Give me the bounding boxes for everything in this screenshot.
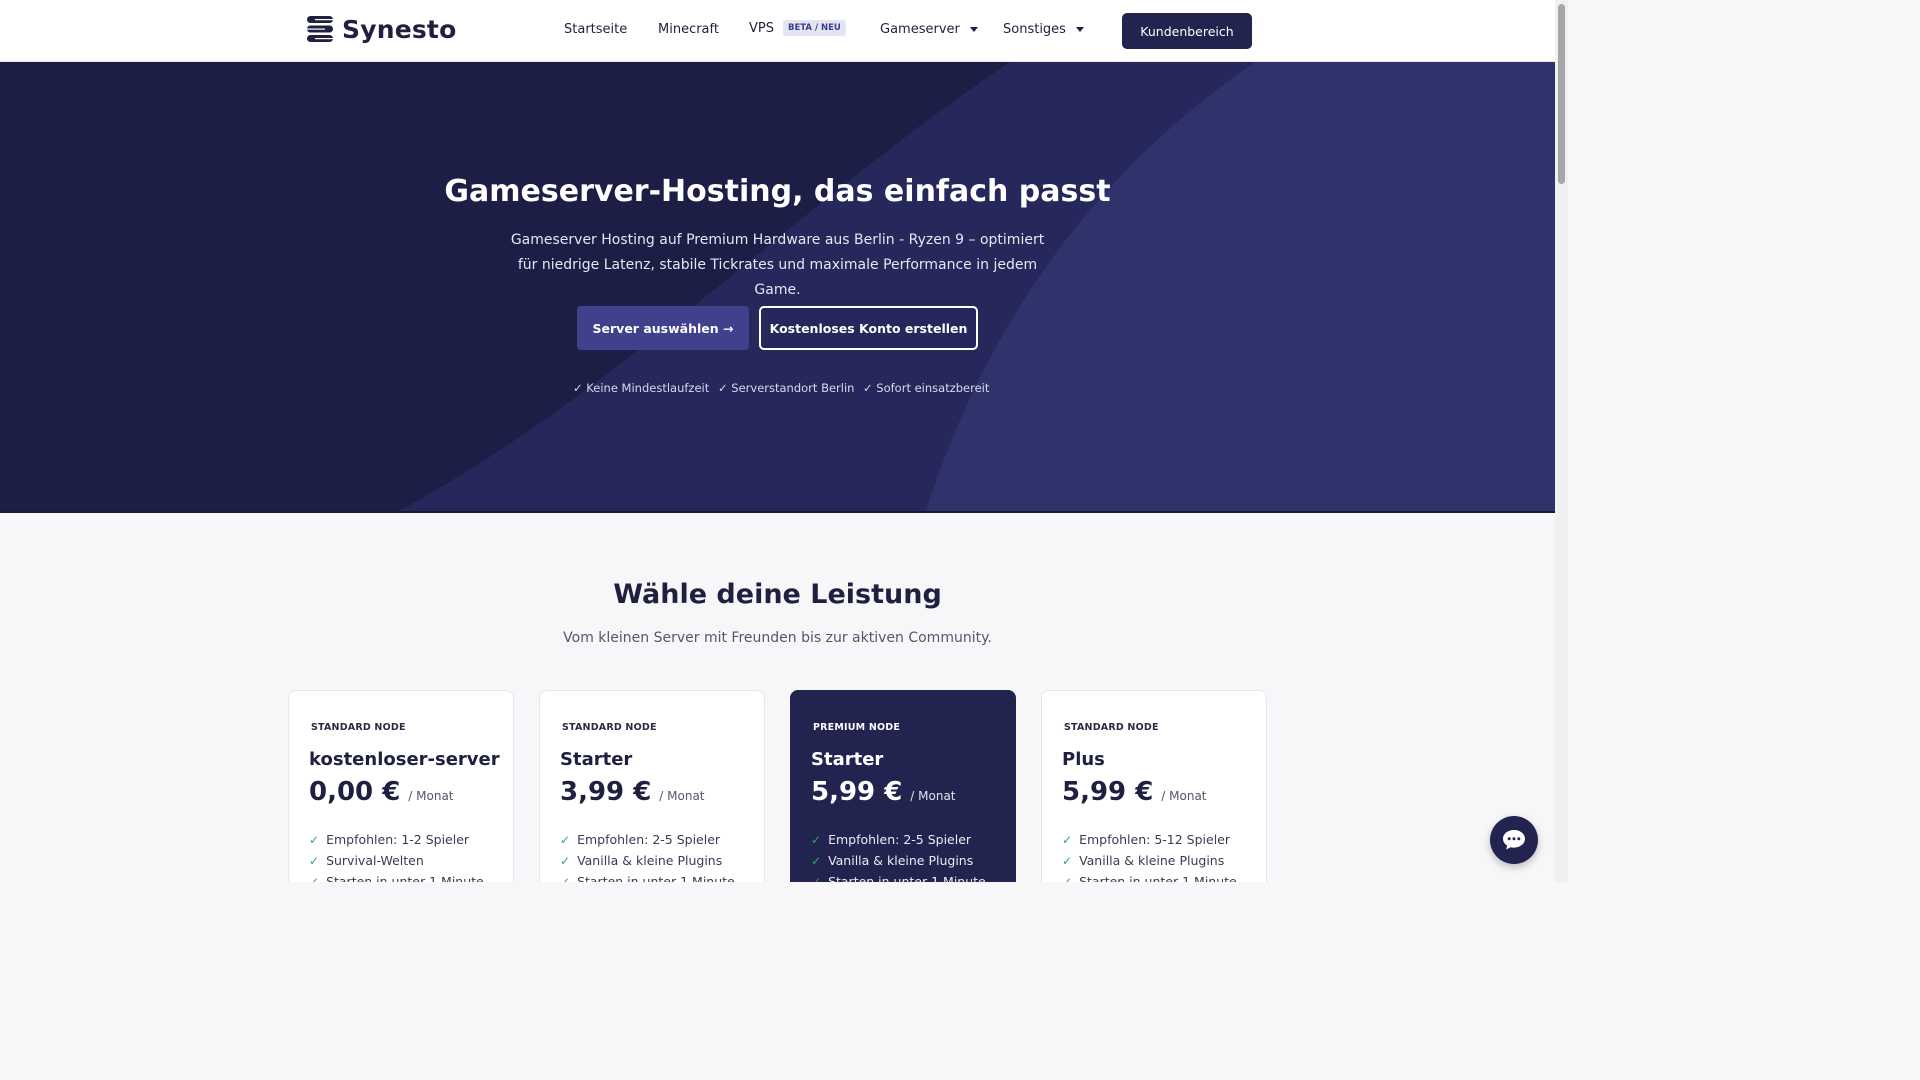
scrollbar-thumb[interactable] [1558,4,1565,184]
select-server-button[interactable]: Server auswählen → [577,306,749,350]
feature-text: Vanilla & kleine Plugins [1079,853,1225,868]
brand-logo[interactable]: Synesto [306,14,456,44]
feature-text: Vanilla & kleine Plugins [577,853,723,868]
hero-feature-instant-ready: ✓ Sofort einsatzbereit [863,381,990,395]
pricing-subtitle: Vom kleinen Server mit Freunden bis zur … [563,630,992,646]
plan-price: 5,99 € / Monat [1062,777,1207,807]
plan-name: Plus [1062,749,1105,770]
synesto-logo-icon [307,16,333,42]
list-item: ✓ Empfohlen: 2-5 Spieler [560,829,735,850]
beta-badge: BETA / NEU [782,20,846,36]
feature-text: Starten in unter 1 Minute [1079,874,1237,882]
check-icon: ✓ [811,853,822,868]
price-unit: / Monat [910,789,956,803]
plan-name: Starter [560,749,633,770]
top-navbar: Synesto Startseite Minecraft VPS BETA / … [0,0,1555,62]
feature-text: Empfohlen: 5-12 Spieler [1079,832,1230,847]
nav-item-minecraft[interactable]: Minecraft [658,22,719,37]
feature-text: Starten in unter 1 Minute [828,874,986,882]
nav-item-vps[interactable]: VPS BETA / NEU [749,20,846,36]
price-value: 3,99 € [560,777,652,807]
node-badge: STANDARD NODE [1064,722,1159,733]
list-item: ✓ Starten in unter 1 Minute [309,871,484,882]
node-badge: PREMIUM NODE [813,722,901,733]
hero-feature-location-berlin: ✓ Serverstandort Berlin [718,381,855,395]
feature-text: Empfohlen: 1-2 Spieler [326,832,470,847]
check-icon: ✓ [560,874,571,883]
plan-features: ✓ Empfohlen: 2-5 Spieler ✓ Vanilla & klein… [811,829,986,882]
nav-item-sonstiges[interactable]: Sonstiges [1003,22,1084,37]
check-icon: ✓ [811,874,822,883]
hero-feature-no-min-term: ✓ Keine Mindestlaufzeit [573,381,710,395]
feature-text: Empfohlen: 2-5 Spieler [828,832,972,847]
plan-name: Starter [811,749,884,770]
list-item: ✓ Vanilla & kleine Plugins [811,850,986,871]
price-value: 0,00 € [309,777,401,807]
plan-card-starter-standard[interactable]: STANDARD NODE Starter 3,99 € / Monat ✓ Em… [539,690,765,882]
list-item: ✓ Vanilla & kleine Plugins [560,850,735,871]
page: Synesto Startseite Minecraft VPS BETA / … [0,0,1568,882]
chat-button[interactable] [1490,816,1538,864]
list-item: ✓ Starten in unter 1 Minute [811,871,986,882]
plan-price: 5,99 € / Monat [811,777,956,807]
nav-item-startseite[interactable]: Startseite [564,22,627,37]
hero-divider [0,511,1555,513]
check-icon: ✓ [309,874,320,883]
feature-text: Vanilla & kleine Plugins [828,853,974,868]
hero-title: Gameserver-Hosting, das einfach passt [444,174,1111,209]
nav-label: Gameserver [880,22,960,37]
plan-features: ✓ Empfohlen: 1-2 Spieler ✓ Survival-Welten… [309,829,484,882]
check-icon: ✓ [811,832,822,847]
kundenbereich-button[interactable]: Kundenbereich [1122,13,1252,49]
check-icon: ✓ [1062,853,1073,868]
plan-name: kostenloser-server [309,749,500,770]
plan-card-starter-premium[interactable]: PREMIUM NODE Starter 5,99 € / Monat ✓ Emp… [790,690,1016,882]
check-icon: ✓ [309,853,320,868]
price-unit: / Monat [659,789,705,803]
list-item: ✓ Empfohlen: 1-2 Spieler [309,829,484,850]
list-item: ✓ Vanilla & kleine Plugins [1062,850,1237,871]
price-unit: / Monat [408,789,454,803]
price-unit: / Monat [1161,789,1207,803]
create-free-account-button[interactable]: Kostenloses Konto erstellen [759,306,978,350]
plan-price: 3,99 € / Monat [560,777,705,807]
feature-text: Empfohlen: 2-5 Spieler [577,832,721,847]
list-item: ✓ Starten in unter 1 Minute [560,871,735,882]
brand-name: Synesto [342,14,457,44]
nav-label: Startseite [564,22,628,37]
nav-item-gameserver[interactable]: Gameserver [880,22,978,37]
list-item: ✓ Empfohlen: 2-5 Spieler [811,829,986,850]
node-badge: STANDARD NODE [562,722,657,733]
page-scrollbar[interactable] [1555,0,1568,882]
check-icon: ✓ [309,832,320,847]
check-icon: ✓ [1062,874,1073,883]
pricing-title: Wähle deine Leistung [613,579,942,610]
check-icon: ✓ [1062,832,1073,847]
caret-down-icon [969,27,978,32]
price-value: 5,99 € [811,777,903,807]
caret-down-icon [1075,27,1084,32]
check-icon: ✓ [560,853,571,868]
nav-label: VPS [749,20,774,36]
plan-card-plus[interactable]: STANDARD NODE Plus 5,99 € / Monat ✓ Empfo… [1041,690,1267,882]
list-item: ✓ Survival-Welten [309,850,484,871]
chat-bubble-icon [1503,830,1525,850]
check-icon: ✓ [560,832,571,847]
feature-text: Survival-Welten [326,853,424,868]
price-value: 5,99 € [1062,777,1154,807]
nav-label: Sonstiges [1003,22,1066,37]
list-item: ✓ Empfohlen: 5-12 Spieler [1062,829,1237,850]
plan-features: ✓ Empfohlen: 2-5 Spieler ✓ Vanilla & klein… [560,829,735,882]
list-item: ✓ Starten in unter 1 Minute [1062,871,1237,882]
feature-text: Starten in unter 1 Minute [326,874,484,882]
hero-subtitle: Gameserver Hosting auf Premium Hardware … [510,232,1045,298]
feature-text: Starten in unter 1 Minute [577,874,735,882]
plan-features: ✓ Empfohlen: 5-12 Spieler ✓ Vanilla & klei… [1062,829,1237,882]
plan-card-free[interactable]: STANDARD NODE kostenloser-server 0,00 € … [288,690,514,882]
plan-price: 0,00 € / Monat [309,777,454,807]
node-badge: STANDARD NODE [311,722,406,733]
hero-section: Gameserver-Hosting, das einfach passt Ga… [0,62,1555,513]
nav-label: Minecraft [658,22,719,37]
